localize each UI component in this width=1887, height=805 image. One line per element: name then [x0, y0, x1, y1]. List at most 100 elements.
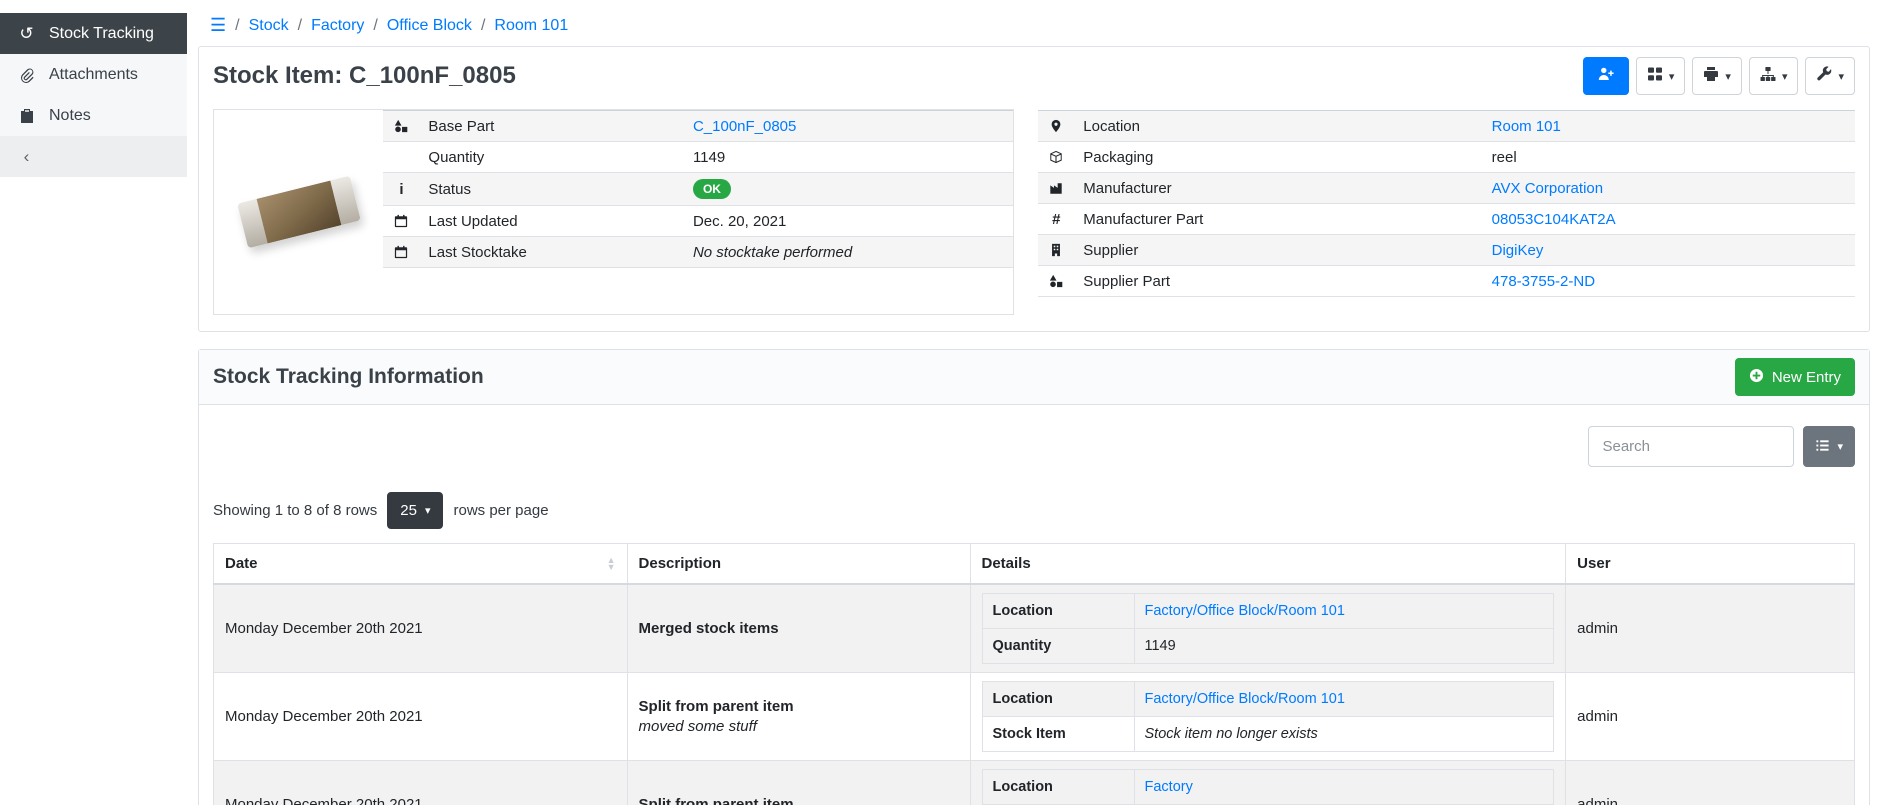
sort-icon[interactable]: ▲▼: [607, 557, 616, 571]
part-thumbnail[interactable]: [214, 110, 383, 314]
detail-row-last-updated: Last Updated Dec. 20, 2021: [383, 206, 1013, 237]
detail-row-manufacturer-part: # Manufacturer Part 08053C104KAT2A: [1038, 204, 1855, 235]
page-size-dropdown[interactable]: 25 ▾: [387, 492, 443, 529]
sidebar-item-label: Stock Tracking: [49, 25, 154, 43]
date-cell: Monday December 20th 2021: [214, 584, 628, 673]
stock-item-card: Stock Item: C_100nF_0805 ▾: [198, 46, 1870, 332]
sidebar-item-stock-tracking[interactable]: ↺ Stock Tracking: [0, 13, 187, 54]
user-actions-button[interactable]: [1583, 57, 1629, 95]
main-content: ☰ / Stock / Factory / Office Block / Roo…: [198, 13, 1870, 805]
column-header-user[interactable]: User: [1566, 544, 1855, 585]
breadcrumb-link-room-101[interactable]: Room 101: [494, 17, 568, 35]
last-stocktake-value: No stocktake performed: [684, 237, 1013, 268]
chevron-down-icon: ▾: [1837, 440, 1843, 453]
stock-actions-button[interactable]: ▾: [1805, 57, 1855, 95]
quantity-value: 1149: [684, 142, 1013, 173]
info-icon: i: [383, 173, 419, 206]
nested-label: Stock Item: [982, 717, 1134, 752]
chevron-down-icon: ▾: [1782, 70, 1788, 83]
breadcrumb-link-office-block[interactable]: Office Block: [387, 17, 472, 35]
shapes-icon: [383, 111, 419, 142]
nested-row: Location Factory/Office Block/Room 101: [982, 594, 1554, 629]
chevron-down-icon: ▾: [425, 504, 431, 517]
base-part-link[interactable]: C_100nF_0805: [693, 118, 796, 135]
nested-label: Location: [982, 682, 1134, 717]
supplier-link[interactable]: DigiKey: [1492, 242, 1544, 259]
nested-row: Location Factory: [982, 770, 1554, 805]
breadcrumb-link-stock[interactable]: Stock: [249, 17, 289, 35]
calendar-icon: [383, 206, 419, 237]
detail-row-manufacturer: Manufacturer AVX Corporation: [1038, 173, 1855, 204]
manufacturer-part-link[interactable]: 08053C104KAT2A: [1492, 211, 1616, 228]
detail-label: Quantity: [419, 142, 684, 173]
description-cell: Split from parent item: [639, 698, 959, 715]
sidebar-item-attachments[interactable]: Attachments: [0, 54, 187, 95]
page-title: Stock Item: C_100nF_0805: [213, 62, 516, 90]
manufacturer-link[interactable]: AVX Corporation: [1492, 180, 1603, 197]
location-link[interactable]: Factory/Office Block/Room 101: [1145, 691, 1345, 707]
columns-dropdown-button[interactable]: ▾: [1803, 426, 1855, 467]
tracking-table: Date ▲▼ Description Details User: [213, 543, 1855, 805]
location-icon: [1038, 111, 1074, 142]
shapes-icon: [1038, 266, 1074, 297]
section-title: Stock Tracking Information: [213, 365, 484, 389]
location-link[interactable]: Factory: [1145, 779, 1193, 795]
history-icon: ↺: [17, 24, 36, 44]
description-cell: Merged stock items: [639, 620, 959, 637]
table-row[interactable]: Monday December 20th 2021 Merged stock i…: [214, 584, 1855, 673]
print-actions-button[interactable]: ▾: [1692, 57, 1742, 95]
detail-row-base-part: Base Part C_100nF_0805: [383, 111, 1013, 142]
breadcrumb-link-factory[interactable]: Factory: [311, 17, 364, 35]
view-options-button[interactable]: ▾: [1636, 57, 1686, 95]
tracking-table-header-row: Date ▲▼ Description Details User: [214, 544, 1855, 585]
location-link[interactable]: Factory/Office Block/Room 101: [1145, 603, 1345, 619]
detail-row-supplier-part: Supplier Part 478-3755-2-ND: [1038, 266, 1855, 297]
package-icon: [1038, 142, 1074, 173]
table-row[interactable]: Monday December 20th 2021 Split from par…: [214, 761, 1855, 805]
building-icon: [1038, 235, 1074, 266]
detail-label: Supplier: [1074, 235, 1482, 266]
location-link[interactable]: Room 101: [1492, 118, 1561, 135]
item-toolbar: ▾ ▾ ▾: [1583, 57, 1855, 95]
detail-label: Supplier Part: [1074, 266, 1482, 297]
item-details-left-panel: Base Part C_100nF_0805 Quantity 1149 i S…: [213, 109, 1014, 315]
pagination-row: Showing 1 to 8 of 8 rows 25 ▾ rows per p…: [199, 467, 1869, 529]
supplier-part-link[interactable]: 478-3755-2-ND: [1492, 273, 1595, 290]
detail-label: Manufacturer: [1074, 173, 1482, 204]
wrench-icon: [1816, 66, 1832, 86]
column-header-description[interactable]: Description: [627, 544, 970, 585]
details-nested-table: Location Factory/Office Block/Room 101 S…: [982, 681, 1555, 752]
sidebar-collapse-button[interactable]: ‹: [0, 136, 187, 177]
detail-row-status: i Status OK: [383, 173, 1013, 206]
sidebar-item-notes[interactable]: Notes: [0, 95, 187, 136]
chevron-down-icon: ▾: [1725, 70, 1731, 83]
breadcrumb: ☰ / Stock / Factory / Office Block / Roo…: [198, 13, 1870, 46]
detail-label: Last Updated: [419, 206, 684, 237]
nested-row: Quantity 1149: [982, 629, 1554, 664]
detail-row-packaging: Packaging reel: [1038, 142, 1855, 173]
date-cell: Monday December 20th 2021: [214, 761, 628, 805]
rows-per-page-label: rows per page: [453, 502, 548, 519]
detail-label: Last Stocktake: [419, 237, 684, 268]
user-cell: admin: [1566, 673, 1855, 761]
search-input[interactable]: [1588, 426, 1794, 467]
tracking-section-header: Stock Tracking Information New Entry: [199, 350, 1869, 405]
new-entry-label: New Entry: [1772, 369, 1841, 386]
last-updated-value: Dec. 20, 2021: [684, 206, 1013, 237]
item-core-details-table: Base Part C_100nF_0805 Quantity 1149 i S…: [383, 110, 1013, 268]
grid-icon: [1647, 66, 1663, 86]
table-row[interactable]: Monday December 20th 2021 Split from par…: [214, 673, 1855, 761]
nested-row: Stock Item Stock item no longer exists: [982, 717, 1554, 752]
column-header-details[interactable]: Details: [970, 544, 1566, 585]
detail-label: Base Part: [419, 111, 684, 142]
stock-location-actions-button[interactable]: ▾: [1749, 57, 1799, 95]
new-entry-button[interactable]: New Entry: [1735, 358, 1855, 396]
detail-row-supplier: Supplier DigiKey: [1038, 235, 1855, 266]
nested-label: Location: [982, 594, 1134, 629]
status-badge: OK: [693, 179, 731, 199]
menu-icon[interactable]: ☰: [210, 15, 226, 36]
detail-label: Packaging: [1074, 142, 1482, 173]
industry-icon: [1038, 173, 1074, 204]
capacitor-image: [237, 176, 361, 249]
column-header-date[interactable]: Date ▲▼: [214, 544, 628, 585]
